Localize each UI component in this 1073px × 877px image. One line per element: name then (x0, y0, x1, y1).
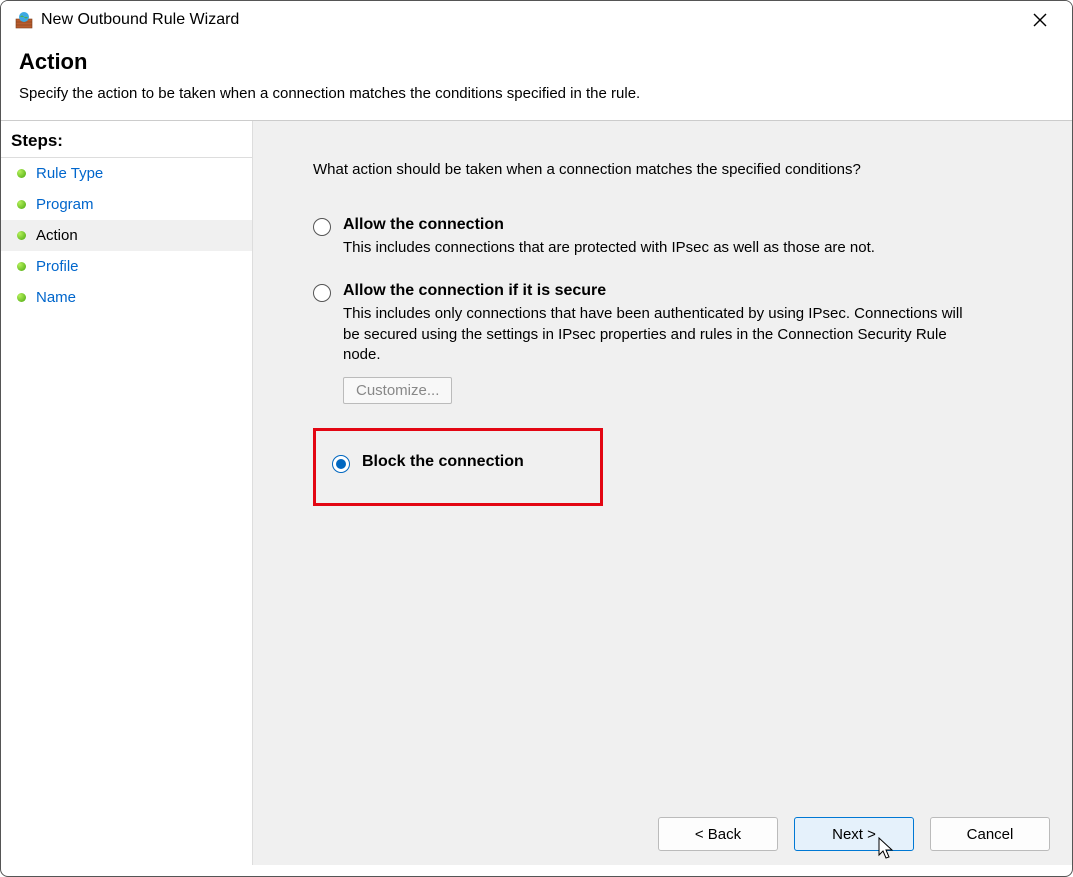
bullet-icon (17, 262, 26, 271)
radio-icon[interactable] (332, 455, 350, 473)
option-body: Block the connection (362, 453, 584, 471)
page-subtitle: Specify the action to be taken when a co… (19, 85, 1054, 102)
step-label: Rule Type (36, 165, 103, 182)
window-title: New Outbound Rule Wizard (41, 11, 239, 29)
step-profile[interactable]: Profile (1, 251, 252, 282)
radio-icon[interactable] (313, 218, 331, 236)
step-rule-type[interactable]: Rule Type (1, 158, 252, 189)
close-icon (1033, 13, 1047, 27)
option-desc: This includes connections that are prote… (343, 238, 983, 258)
page-title: Action (19, 49, 1054, 75)
step-label: Action (36, 227, 78, 244)
step-label: Profile (36, 258, 79, 275)
option-body: Allow the connection if it is secure Thi… (343, 282, 1032, 404)
bullet-icon (17, 169, 26, 178)
steps-header: Steps: (1, 121, 252, 158)
option-title: Allow the connection if it is secure (343, 282, 1032, 300)
cancel-button[interactable]: Cancel (930, 817, 1050, 851)
titlebar: New Outbound Rule Wizard (1, 1, 1072, 39)
option-title: Block the connection (362, 453, 584, 471)
wizard-window: New Outbound Rule Wizard Action Specify … (0, 0, 1073, 877)
bullet-icon (17, 231, 26, 240)
step-name[interactable]: Name (1, 282, 252, 313)
bullet-icon (17, 200, 26, 209)
option-allow[interactable]: Allow the connection This includes conne… (313, 216, 1032, 258)
option-body: Allow the connection This includes conne… (343, 216, 1032, 258)
next-button[interactable]: Next > (794, 817, 914, 851)
steps-sidebar: Steps: Rule Type Program Action Profile … (1, 121, 253, 865)
main-panel: What action should be taken when a conne… (253, 121, 1072, 865)
customize-button: Customize... (343, 377, 452, 404)
wizard-body: Steps: Rule Type Program Action Profile … (1, 121, 1072, 865)
options-group: Allow the connection This includes conne… (313, 216, 1032, 506)
step-action[interactable]: Action (1, 220, 252, 251)
highlight-annotation: Block the connection (313, 428, 603, 506)
option-block[interactable]: Block the connection (332, 453, 584, 473)
wizard-footer: < Back Next > Cancel (658, 817, 1050, 851)
step-label: Name (36, 289, 76, 306)
radio-icon[interactable] (313, 284, 331, 302)
titlebar-left: New Outbound Rule Wizard (15, 11, 239, 29)
close-button[interactable] (1020, 5, 1060, 35)
firewall-icon (15, 11, 33, 29)
step-label: Program (36, 196, 94, 213)
action-question: What action should be taken when a conne… (313, 161, 1032, 178)
option-allow-secure[interactable]: Allow the connection if it is secure Thi… (313, 282, 1032, 404)
bullet-icon (17, 293, 26, 302)
wizard-header: Action Specify the action to be taken wh… (1, 39, 1072, 121)
step-program[interactable]: Program (1, 189, 252, 220)
option-title: Allow the connection (343, 216, 1032, 234)
option-desc: This includes only connections that have… (343, 304, 983, 365)
back-button[interactable]: < Back (658, 817, 778, 851)
